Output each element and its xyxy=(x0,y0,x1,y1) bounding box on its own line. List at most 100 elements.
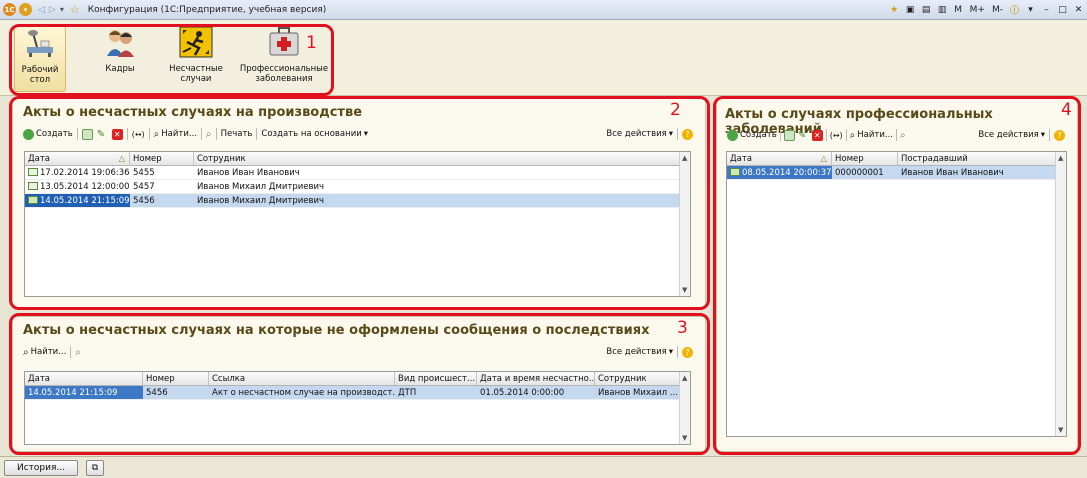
find-label: Найти... xyxy=(857,130,893,140)
favorites-star-icon[interactable]: ☆ xyxy=(70,3,80,16)
copy-icon[interactable] xyxy=(783,129,795,141)
history-button[interactable]: История... xyxy=(4,460,78,476)
column-date[interactable]: Дата △ xyxy=(727,152,832,165)
row-employee: Иванов Михаил Дмитриевич xyxy=(197,182,325,192)
cancel-search-icon[interactable]: ⌕ xyxy=(900,130,906,141)
all-actions-label: Все действия xyxy=(978,130,1039,140)
find-button[interactable]: ⌕ Найти... xyxy=(154,129,197,140)
app-logo-icon[interactable]: 1C xyxy=(3,3,16,16)
memory-m-button[interactable]: M xyxy=(952,2,965,17)
chevron-down-icon: ▾ xyxy=(1040,130,1045,140)
scroll-up-icon[interactable]: ▲ xyxy=(682,154,687,162)
maximize-icon[interactable]: □ xyxy=(1056,2,1069,17)
accidents-table: Дата △ Номер Сотрудник 17.02.2014 19:06:3… xyxy=(24,151,691,297)
memory-minus-button[interactable]: M- xyxy=(990,2,1005,17)
table-row[interactable]: 17.02.2014 19:06:36 5455 Иванов Иван Ива… xyxy=(25,166,690,180)
copy-icon[interactable] xyxy=(81,128,93,140)
section-label: Кадры xyxy=(105,64,135,74)
table-row-selected[interactable]: 14.05.2014 21:15:09 5456 Иванов Михаил Д… xyxy=(25,194,690,208)
forward-icon[interactable]: ▷ xyxy=(49,5,56,15)
annotation-number-2: 2 xyxy=(670,100,681,120)
close-icon[interactable]: ✕ xyxy=(1072,2,1085,17)
edit-icon[interactable]: ✎ xyxy=(798,130,809,141)
occupational-all-actions: Все действия ▾ ? xyxy=(978,127,1065,143)
annotation-number-4: 4 xyxy=(1061,100,1072,120)
vertical-scrollbar[interactable]: ▲ ▼ xyxy=(679,372,690,444)
print-button[interactable]: Печать xyxy=(221,129,253,139)
toolbar-separator xyxy=(148,128,150,140)
row-number: 5455 xyxy=(133,168,155,178)
vertical-scrollbar[interactable]: ▲ ▼ xyxy=(679,152,690,296)
calculator-icon[interactable]: ▥ xyxy=(936,2,949,17)
memory-plus-button[interactable]: M+ xyxy=(968,2,987,17)
column-date[interactable]: Дата xyxy=(25,372,143,385)
column-link[interactable]: Ссылка xyxy=(209,372,395,385)
section-accidents[interactable]: Несчастные случаи xyxy=(164,26,228,92)
info-dropdown-icon[interactable]: ▾ xyxy=(1024,2,1037,17)
section-label: Рабочий xyxy=(21,65,59,75)
row-date: 14.05.2014 21:15:09 xyxy=(40,196,130,206)
row-datetime: 01.05.2014 0:00:00 xyxy=(480,388,565,398)
create-based-button[interactable]: Создать на основании ▾ xyxy=(261,129,368,139)
delete-icon[interactable]: ✕ xyxy=(811,129,823,141)
cancel-search-icon[interactable]: ⌕ xyxy=(75,347,81,358)
row-date: 14.05.2014 21:15:09 xyxy=(25,386,143,399)
status-bar: История... ⧉ xyxy=(0,456,1087,478)
back-icon[interactable]: ◁ xyxy=(38,5,45,15)
create-button[interactable]: Создать xyxy=(23,128,73,140)
main-menu-icon[interactable]: ▾ xyxy=(19,3,32,16)
section-staff[interactable]: Кадры xyxy=(94,26,146,92)
scroll-down-icon[interactable]: ▼ xyxy=(682,286,687,294)
scroll-up-icon[interactable]: ▲ xyxy=(682,374,687,382)
edit-icon[interactable]: ✎ xyxy=(97,129,108,140)
table-row[interactable]: 13.05.2014 12:00:00 5457 Иванов Михаил Д… xyxy=(25,180,690,194)
minimize-icon[interactable]: – xyxy=(1040,2,1053,17)
period-icon[interactable]: (↔) xyxy=(132,130,145,139)
row-employee: Иванов Михаил ... xyxy=(598,388,678,398)
table-row-selected[interactable]: 08.05.2014 20:00:37 000000001 Иванов Ива… xyxy=(727,166,1066,180)
column-number[interactable]: Номер xyxy=(143,372,209,385)
links-icon[interactable]: ▣ xyxy=(904,2,917,17)
calendar-icon[interactable]: ▤ xyxy=(920,2,933,17)
chevron-down-icon: ▾ xyxy=(363,129,369,139)
history-dropdown-icon[interactable]: ▾ xyxy=(60,5,64,14)
create-button[interactable]: Создать xyxy=(727,129,777,141)
vertical-scrollbar[interactable]: ▲ ▼ xyxy=(1055,152,1066,436)
document-icon xyxy=(28,182,38,190)
staff-icon xyxy=(107,30,134,57)
all-actions-button[interactable]: Все действия ▾ xyxy=(978,130,1045,140)
help-icon[interactable]: ? xyxy=(682,346,693,358)
delete-icon[interactable]: ✕ xyxy=(111,128,123,140)
column-employee[interactable]: Сотрудник xyxy=(595,372,679,385)
find-button[interactable]: ⌕ Найти... xyxy=(850,130,893,141)
column-employee[interactable]: Сотрудник xyxy=(194,152,681,165)
column-kind[interactable]: Вид происшест... xyxy=(395,372,477,385)
column-date[interactable]: Дата △ xyxy=(25,152,130,165)
all-actions-button[interactable]: Все действия ▾ xyxy=(606,129,673,139)
document-icon xyxy=(28,168,38,176)
occupational-table: Дата △ Номер Пострадавший 08.05.2014 20:0… xyxy=(726,151,1067,437)
info-icon[interactable]: ⓘ xyxy=(1008,2,1021,17)
table-row-selected[interactable]: 14.05.2014 21:15:09 5456 Акт о несчастно… xyxy=(25,386,690,400)
row-victim: Иванов Иван Иванович xyxy=(901,168,1004,178)
find-button[interactable]: ⌕ Найти... xyxy=(23,347,66,358)
row-kind: ДТП xyxy=(398,388,417,398)
help-icon[interactable]: ? xyxy=(682,128,693,140)
scroll-down-icon[interactable]: ▼ xyxy=(1058,426,1063,434)
scroll-down-icon[interactable]: ▼ xyxy=(682,434,687,442)
period-icon[interactable]: (↔) xyxy=(830,131,843,140)
column-victim[interactable]: Пострадавший xyxy=(898,152,1056,165)
favorite-icon[interactable]: ★ xyxy=(888,2,901,17)
windows-switch-icon[interactable]: ⧉ xyxy=(86,460,104,476)
scroll-up-icon[interactable]: ▲ xyxy=(1058,154,1063,162)
all-actions-button[interactable]: Все действия ▾ xyxy=(606,347,673,357)
search-icon: ⌕ xyxy=(849,129,856,141)
help-icon[interactable]: ? xyxy=(1054,129,1065,141)
section-desktop[interactable]: Рабочий стол xyxy=(14,26,66,92)
accident-icon xyxy=(179,26,213,58)
column-number[interactable]: Номер xyxy=(832,152,898,165)
column-number[interactable]: Номер xyxy=(130,152,194,165)
all-actions-label: Все действия xyxy=(606,347,667,357)
column-datetime[interactable]: Дата и время несчастно... xyxy=(477,372,595,385)
cancel-search-icon[interactable]: ⌕ xyxy=(206,129,212,140)
